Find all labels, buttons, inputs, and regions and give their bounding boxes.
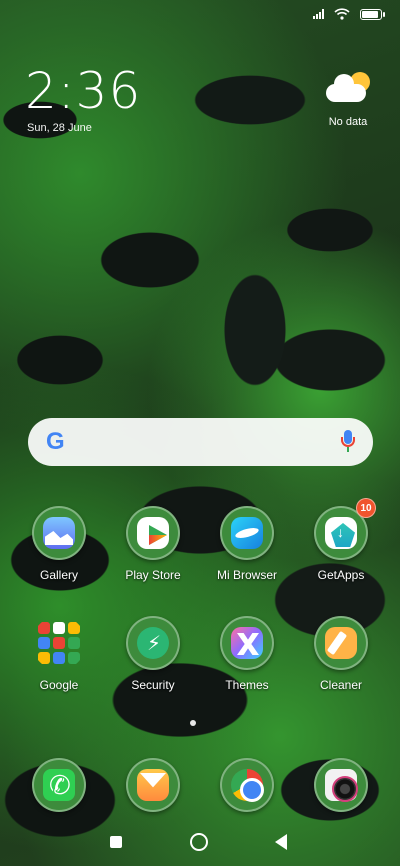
play-store-icon <box>126 506 180 560</box>
home-button[interactable] <box>190 833 208 851</box>
messages-icon <box>126 758 180 812</box>
microphone-icon[interactable] <box>341 430 355 454</box>
security-icon <box>126 616 180 670</box>
app-themes[interactable]: Themes <box>202 616 292 692</box>
dock-chrome[interactable] <box>202 758 292 812</box>
chrome-icon <box>220 758 274 812</box>
dock-messages[interactable] <box>108 758 198 812</box>
weather-status: No data <box>328 116 368 128</box>
clock-time[interactable]: 2:36 <box>25 66 141 116</box>
dock-camera[interactable] <box>296 758 386 812</box>
google-folder-icon <box>32 616 86 670</box>
app-label: Themes <box>225 678 269 692</box>
app-label: GetApps <box>317 568 365 582</box>
app-gallery[interactable]: Gallery <box>14 506 104 582</box>
notification-badge: 10 <box>356 498 376 518</box>
google-search-bar[interactable]: G <box>28 418 373 466</box>
app-play-store[interactable]: Play Store <box>108 506 198 582</box>
wifi-icon <box>334 8 350 20</box>
dock-phone[interactable] <box>14 758 104 812</box>
page-indicator <box>190 720 196 726</box>
battery-icon <box>360 8 385 20</box>
app-label: Mi Browser <box>216 568 277 582</box>
status-bar <box>313 8 385 20</box>
cleaner-icon <box>314 616 368 670</box>
app-mi-browser[interactable]: Mi Browser <box>202 506 292 582</box>
signal-icon <box>313 9 324 19</box>
app-label: Gallery <box>39 568 78 582</box>
folder-google[interactable]: Google <box>14 616 104 692</box>
clock-date[interactable]: Sun, 28 June <box>27 122 92 134</box>
google-g-icon: G <box>46 428 65 455</box>
mi-browser-icon <box>220 506 274 560</box>
partly-cloudy-icon <box>324 70 372 108</box>
app-cleaner[interactable]: Cleaner <box>296 616 386 692</box>
app-label: Security <box>131 678 175 692</box>
themes-icon <box>220 616 274 670</box>
weather-widget[interactable]: No data <box>316 70 380 128</box>
gallery-icon <box>32 506 86 560</box>
app-label: Google <box>39 678 79 692</box>
recents-button[interactable] <box>110 836 122 848</box>
back-button[interactable] <box>275 834 287 850</box>
navigation-bar <box>0 830 400 856</box>
camera-icon <box>314 758 368 812</box>
app-label: Cleaner <box>319 678 363 692</box>
app-security[interactable]: Security <box>108 616 198 692</box>
app-label: Play Store <box>125 568 181 582</box>
phone-icon <box>32 758 86 812</box>
app-getapps[interactable]: 10 GetApps <box>296 498 386 582</box>
